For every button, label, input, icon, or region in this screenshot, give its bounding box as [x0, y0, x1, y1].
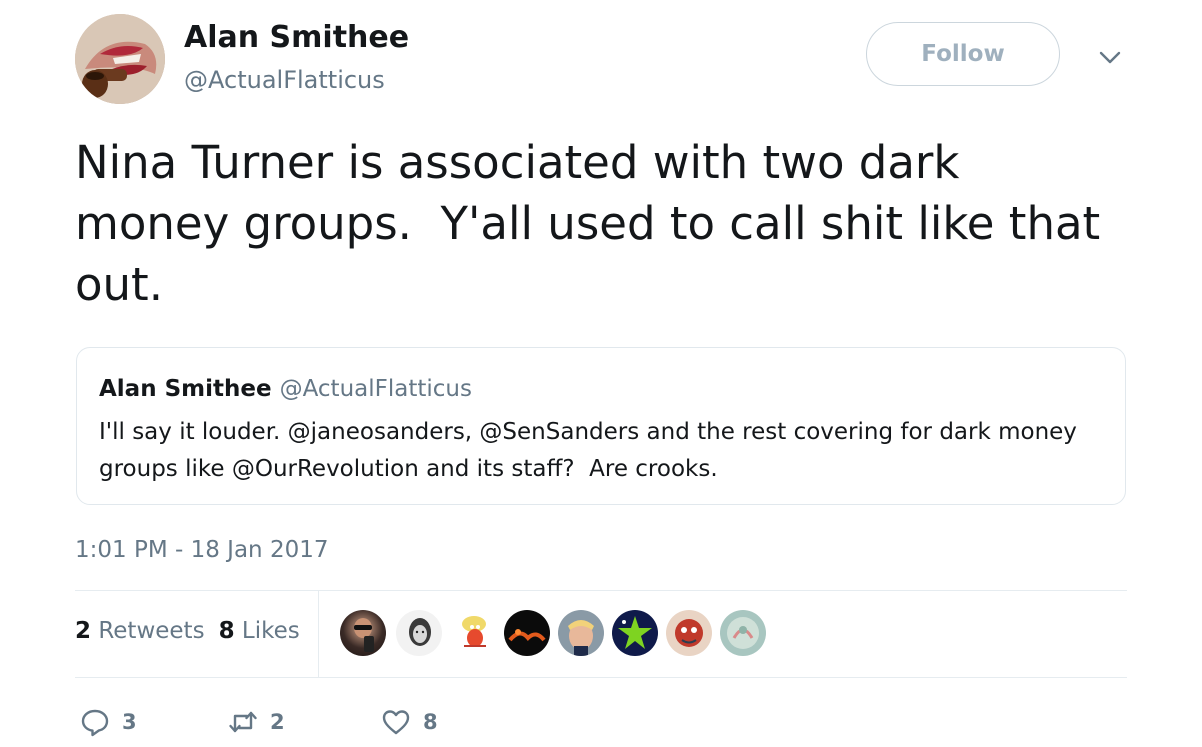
tweet-stats: 2 Retweets 8 Likes — [75, 618, 300, 644]
likes-count: 8 — [218, 618, 235, 644]
quoted-tweet-card[interactable]: Alan Smithee @ActualFlatticus I'll say it… — [76, 347, 1126, 505]
liker-avatar[interactable] — [396, 610, 442, 656]
retweet-icon — [229, 711, 257, 733]
liker-avatar[interactable] — [504, 610, 550, 656]
quoted-author-name: Alan Smithee — [99, 376, 272, 402]
quoted-author-handle: @ActualFlatticus — [279, 376, 472, 402]
liker-avatar[interactable] — [452, 610, 498, 656]
tweet-text: Nina Turner is associated with two dark … — [75, 136, 1101, 311]
divider-bottom — [75, 677, 1127, 678]
retweets-label: Retweets — [98, 618, 205, 644]
liker-avatar[interactable] — [340, 610, 386, 656]
retweet-count: 2 — [270, 710, 285, 734]
author-avatar[interactable] — [75, 14, 165, 104]
retweet-button[interactable]: 2 — [228, 705, 285, 739]
follow-button[interactable]: Follow — [866, 22, 1060, 86]
likes-stat[interactable]: 8 Likes — [219, 618, 300, 644]
heart-icon — [382, 710, 410, 735]
tweet-timestamp[interactable]: 1:01 PM - 18 Jan 2017 — [75, 537, 328, 563]
quoted-tweet-text: I'll say it louder. @janeosanders, @SenS… — [99, 419, 1077, 482]
like-count: 8 — [423, 710, 438, 734]
likes-label: Likes — [241, 618, 300, 644]
reply-button[interactable]: 3 — [80, 705, 137, 739]
retweets-stat[interactable]: 2 Retweets — [75, 618, 205, 644]
reply-count: 3 — [122, 710, 137, 734]
liker-avatar[interactable] — [558, 610, 604, 656]
divider-top — [75, 590, 1127, 591]
reply-icon — [81, 709, 109, 737]
retweets-count: 2 — [75, 618, 92, 644]
liker-avatar[interactable] — [666, 610, 712, 656]
like-button[interactable]: 8 — [381, 705, 438, 739]
chevron-down-icon[interactable] — [1097, 44, 1123, 70]
stats-vertical-divider — [318, 591, 319, 677]
liker-avatar[interactable] — [612, 610, 658, 656]
quoted-tweet-header: Alan Smithee @ActualFlatticus — [99, 376, 472, 402]
author-name[interactable]: Alan Smithee — [184, 20, 409, 55]
liker-avatar[interactable] — [720, 610, 766, 656]
author-handle[interactable]: @ActualFlatticus — [184, 66, 385, 94]
